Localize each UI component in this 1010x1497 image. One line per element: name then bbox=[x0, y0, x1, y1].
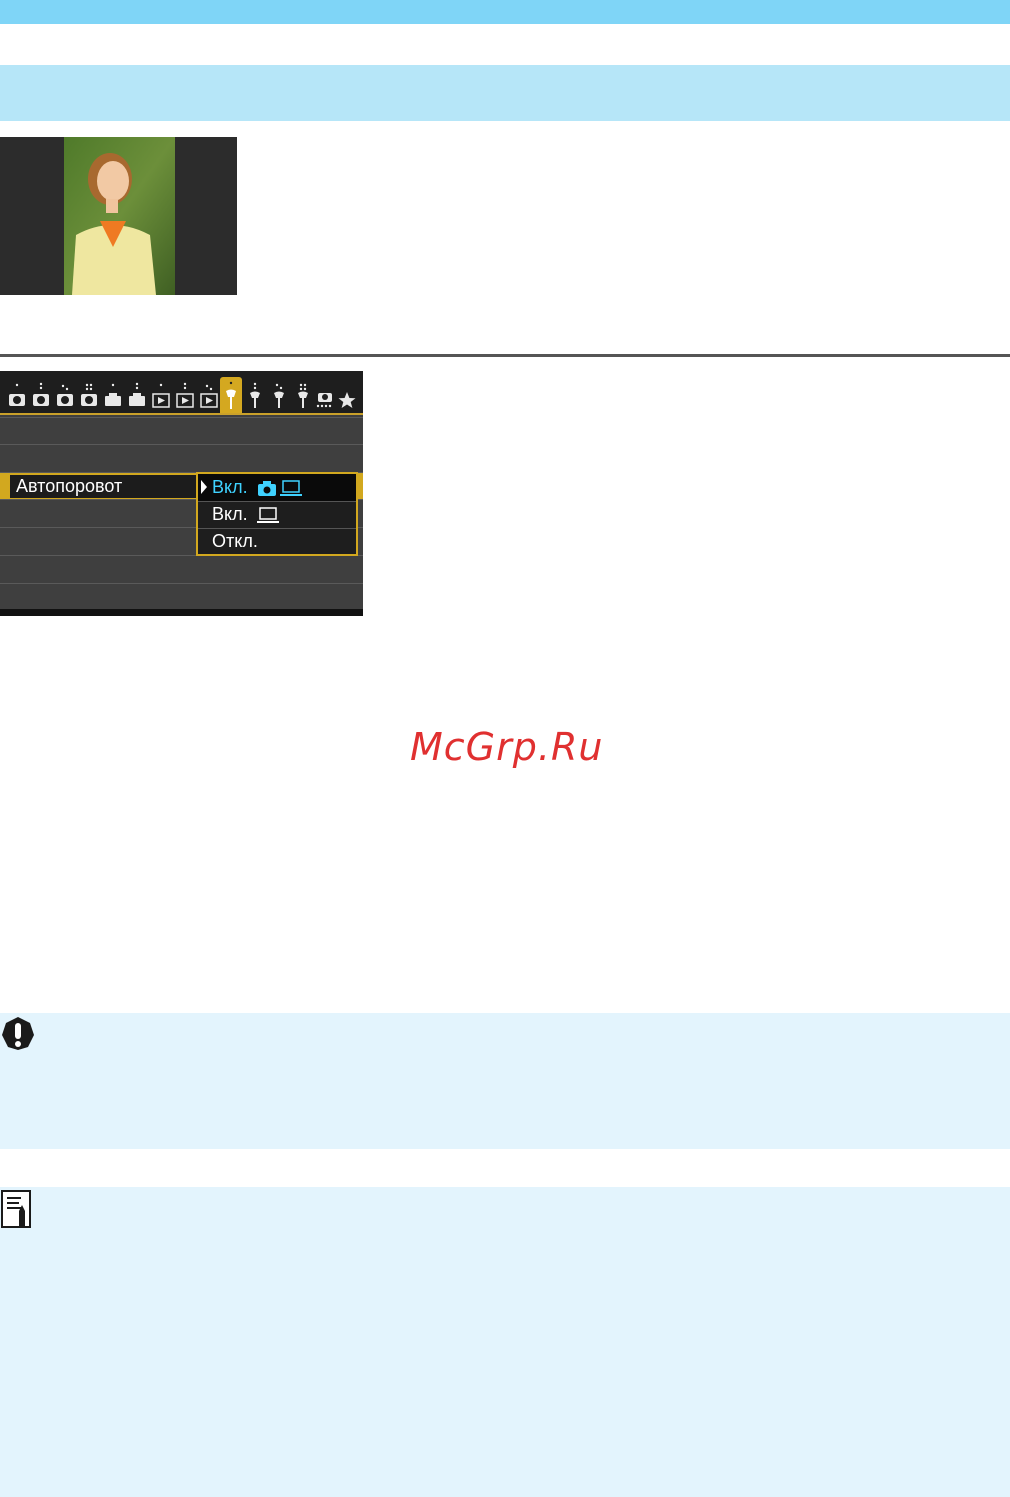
caution-box bbox=[0, 1013, 1010, 1149]
menu-row-2[interactable] bbox=[0, 444, 363, 472]
custom-functions-tab-icon[interactable] bbox=[314, 381, 336, 411]
auto-rotate-options: Вкл. Вкл. Откл. bbox=[196, 472, 358, 556]
menu-row-6[interactable] bbox=[0, 555, 363, 583]
menu-bottom-strip bbox=[0, 609, 363, 616]
menu-row-label: Автопоровот bbox=[16, 476, 123, 496]
exclamation-icon bbox=[2, 1017, 34, 1050]
shooting-tab-4-icon[interactable] bbox=[78, 381, 100, 411]
shooting-tab-2-icon[interactable] bbox=[30, 381, 52, 411]
playback-tab-2-icon[interactable] bbox=[174, 381, 196, 411]
section-heading-bar bbox=[0, 65, 1010, 121]
watermark-text: McGrp.Ru bbox=[410, 725, 604, 769]
option-on-computer[interactable]: Вкл. bbox=[198, 501, 356, 529]
my-menu-star-icon[interactable] bbox=[336, 381, 358, 411]
option-on-camera-computer[interactable]: Вкл. bbox=[198, 474, 356, 502]
shooting-tab-1-icon[interactable] bbox=[6, 381, 28, 411]
menu-tab-strip bbox=[0, 371, 363, 415]
computer-icon bbox=[257, 507, 279, 523]
menu-row-7[interactable] bbox=[0, 583, 363, 611]
camera-setup-menu: Автопоровот Вкл. Вкл. Откл. bbox=[0, 371, 363, 616]
top-color-bar bbox=[0, 0, 1010, 24]
option-label: Вкл. bbox=[212, 477, 248, 497]
selection-pointer-icon bbox=[201, 480, 207, 494]
playback-tab-1-icon[interactable] bbox=[150, 381, 172, 411]
setup-tab-3-wrench-icon[interactable] bbox=[268, 381, 290, 411]
shooting-tab-3-icon[interactable] bbox=[54, 381, 76, 411]
setup-tab-2-wrench-icon[interactable] bbox=[244, 381, 266, 411]
setup-tab-4-wrench-icon[interactable] bbox=[292, 381, 314, 411]
camera-computer-icon bbox=[258, 480, 302, 496]
option-off[interactable]: Откл. bbox=[198, 528, 356, 555]
setup-tab-1-wrench-icon[interactable] bbox=[220, 377, 242, 413]
live-view-tab-icon[interactable] bbox=[102, 381, 124, 411]
section-divider bbox=[0, 354, 1010, 357]
option-label: Откл. bbox=[212, 531, 258, 551]
portrait-photo bbox=[0, 137, 237, 295]
note-box bbox=[0, 1187, 1010, 1497]
live-view-tab-2-icon[interactable] bbox=[126, 381, 148, 411]
option-label: Вкл. bbox=[212, 504, 248, 524]
menu-row-1[interactable] bbox=[0, 417, 363, 445]
playback-tab-3-icon[interactable] bbox=[198, 381, 220, 411]
memo-pencil-icon bbox=[1, 1190, 31, 1228]
